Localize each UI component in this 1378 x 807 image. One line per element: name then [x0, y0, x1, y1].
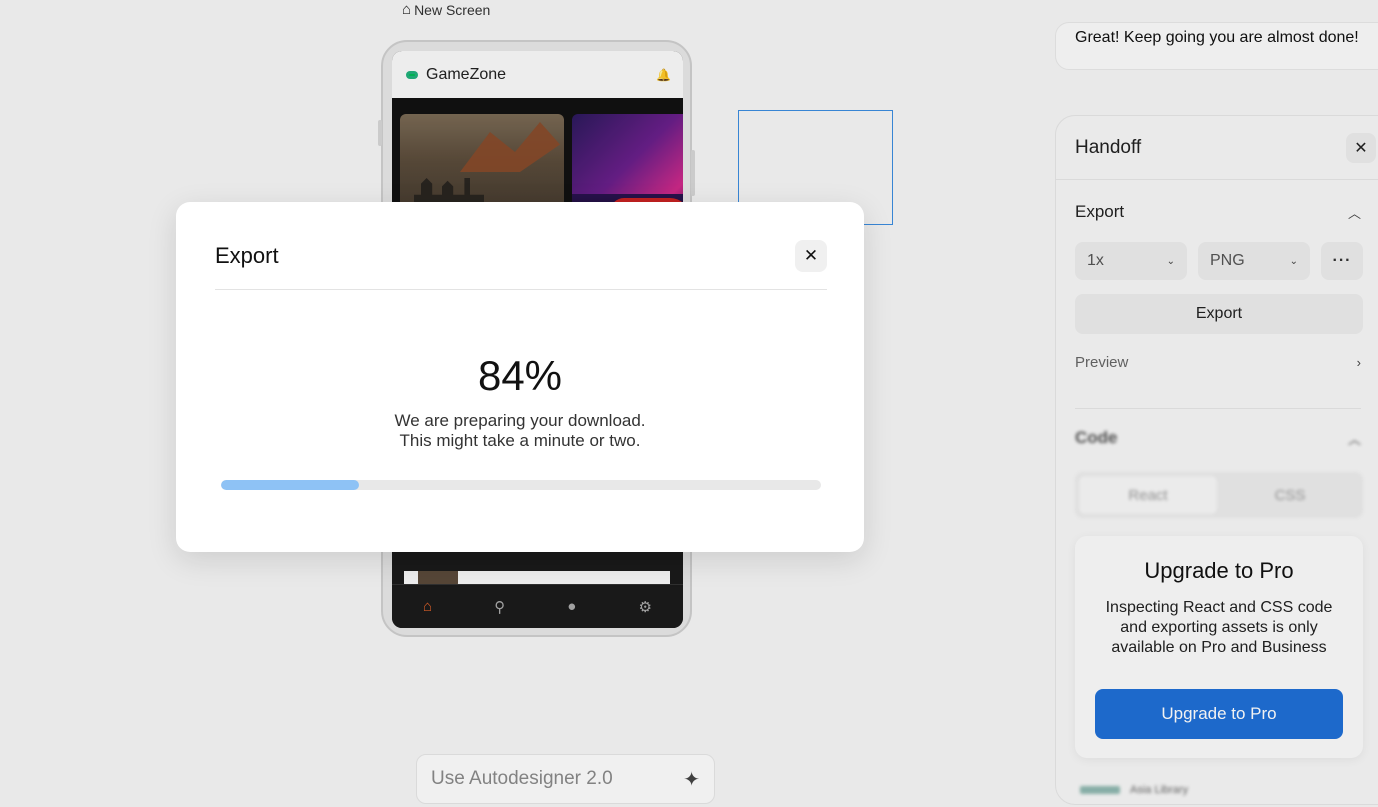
- progress-message-line: This might take a minute or two.: [399, 431, 641, 450]
- progress-message: We are preparing your download. This mig…: [176, 411, 864, 451]
- progress-message-line: We are preparing your download.: [394, 411, 646, 430]
- progress-bar-fill: [221, 480, 359, 490]
- modal-close-button[interactable]: ✕: [795, 240, 827, 272]
- modal-header: Export ✕: [215, 240, 827, 290]
- close-icon: ✕: [803, 246, 819, 265]
- modal-title: Export: [215, 243, 279, 268]
- progress-bar: [221, 480, 821, 490]
- progress-percent: 84%: [477, 352, 563, 399]
- export-modal: Export ✕ 84% We are preparing your downl…: [176, 202, 864, 552]
